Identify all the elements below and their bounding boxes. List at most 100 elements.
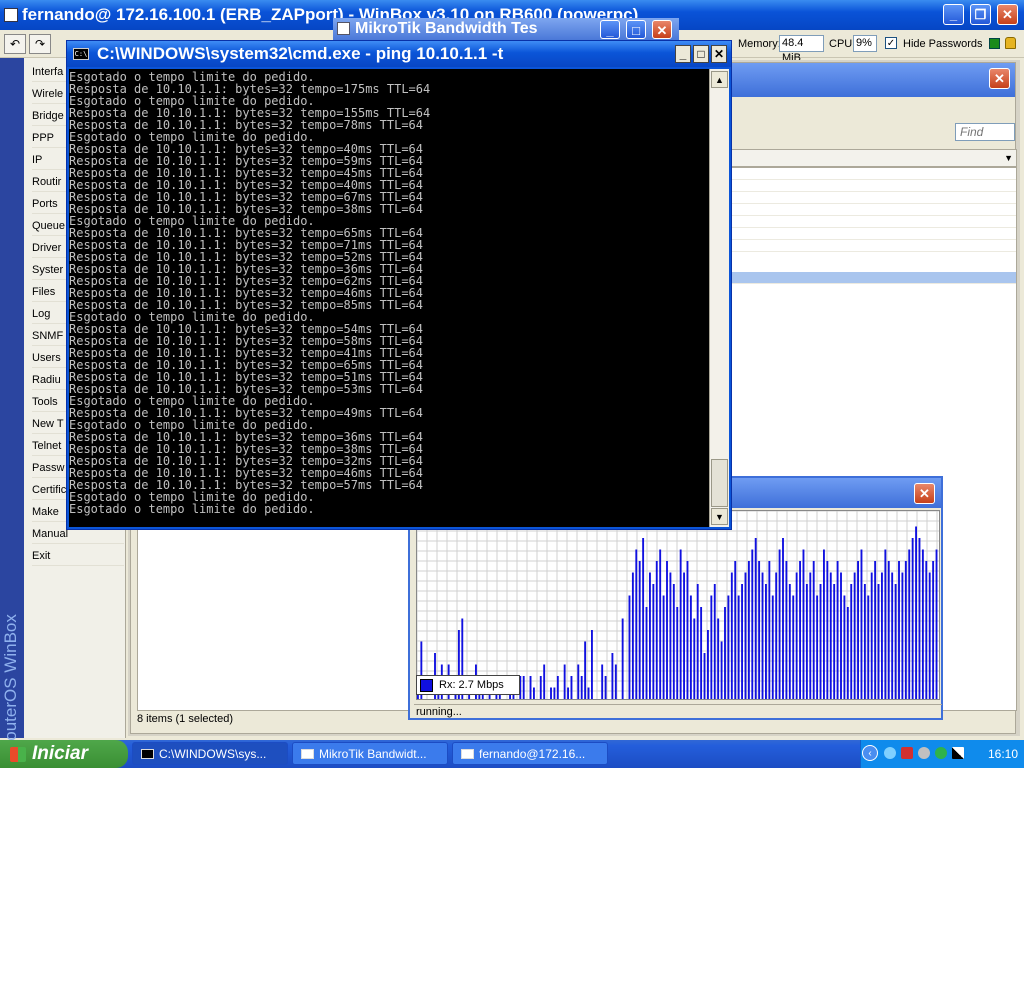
cmd-minimize-button[interactable]: _ [675,45,691,63]
cmd-close-button[interactable]: ✕ [711,45,727,63]
routeros-brand: RouterOS WinBox [1,614,20,753]
cmd-title-bar[interactable]: C:\WINDOWS\system32\cmd.exe - ping 10.10… [67,41,731,67]
rx-bar [891,572,894,699]
rx-bar [881,572,883,699]
rx-bar [758,561,761,699]
console-line: Esgotado o tempo limite do pedido. [69,502,315,516]
taskbar-item-label: C:\WINDOWS\sys... [159,747,267,761]
rx-legend-swatch [420,679,433,692]
rx-bar [754,538,757,699]
rx-bar [884,549,887,699]
rx-bar [614,664,617,699]
rx-bar [792,595,795,699]
maximize-icon: □ [697,47,705,61]
console-output[interactable]: Esgotado o tempo limite do pedido. Respos… [69,69,709,527]
rx-bar [730,572,733,699]
taskbar-item-cmd[interactable]: C:\WINDOWS\sys... [132,742,288,765]
rx-bar [689,595,692,699]
rx-bar [788,584,791,699]
rx-bar [771,595,774,699]
rx-bar [898,561,900,699]
tray-expand-button[interactable]: ‹ [862,745,878,761]
security-alert-icon[interactable] [901,747,913,759]
taskbar-item-label: fernando@172.16... [479,747,586,761]
rx-bar [631,572,634,699]
rx-bar [846,607,849,699]
memory-label: Memory: [738,38,781,50]
rx-bar [659,549,662,699]
rx-bar [850,584,853,699]
rx-bar [676,607,679,699]
taskbar-item-winbox[interactable]: fernando@172.16... [452,742,608,765]
rx-bar [727,595,730,699]
maximize-button[interactable]: ❐ [970,4,991,25]
rx-bar [819,584,822,699]
tray-app-icon[interactable] [952,747,964,759]
scroll-thumb[interactable] [711,459,728,507]
close-button[interactable]: ✕ [997,4,1018,25]
close-icon: ✕ [713,47,725,61]
rx-bar [543,664,546,699]
rx-bar [823,549,825,699]
list-status: 8 items (1 selected) [137,713,233,725]
chevron-down-icon[interactable]: ▼ [1004,153,1013,163]
rx-bar [761,572,764,699]
cmd-maximize-button[interactable]: □ [693,45,709,63]
rx-bar [799,561,801,699]
rx-bar [734,561,737,699]
bandwidth-minimize-button[interactable]: _ [600,20,620,39]
rx-bar [928,572,931,699]
rx-bar [775,572,778,699]
volume-icon[interactable] [918,747,930,759]
list-window-close-button[interactable]: ✕ [989,68,1010,89]
rx-bar [894,584,897,699]
scroll-down-button[interactable]: ▼ [711,508,728,525]
bandwidth-top-close-button[interactable]: ✕ [652,20,672,39]
console-icon [141,749,154,759]
rx-bar [522,676,525,699]
rx-bar [570,676,573,699]
lock-icon [1005,37,1016,49]
rx-bar [556,676,559,699]
rx-bar [550,687,552,699]
connection-icon[interactable] [935,747,947,759]
rx-legend-label: Rx: 2.7 Mbps [439,679,504,691]
bandwidth-maximize-button[interactable]: □ [626,20,646,39]
rx-bar [628,595,631,699]
rx-bar [693,618,696,699]
scroll-up-button[interactable]: ▲ [711,71,728,88]
close-icon: ✕ [1002,7,1013,22]
rx-bar [795,572,798,699]
rx-bar [683,572,685,699]
rx-bar [911,538,914,699]
rx-bar [700,607,703,699]
minimize-button[interactable]: _ [943,4,964,25]
cmd-scrollbar[interactable]: ▲ ▼ [709,69,729,527]
arrow-down-icon: ▼ [715,512,724,522]
network-icon[interactable] [884,747,896,759]
cmd-title: C:\WINDOWS\system32\cmd.exe - ping 10.10… [97,44,504,63]
rx-bar [638,561,641,699]
rx-bar [765,584,767,699]
rx-bar [601,664,604,699]
rx-bar [703,653,706,699]
winbox-app-icon [461,749,474,759]
rx-bar [778,549,781,699]
bandwidth-chart [416,510,939,699]
rx-bar [666,561,668,699]
rx-bar [649,572,651,699]
rx-bar [833,584,836,699]
undo-button[interactable]: ↶ [4,34,26,54]
rx-bar [782,538,784,699]
redo-button[interactable]: ↷ [29,34,51,54]
rx-bar [587,687,590,699]
rx-bar [887,561,890,699]
hide-passwords-checkbox[interactable]: ✓ [885,37,897,49]
rx-bar [679,549,682,699]
taskbar-item-bandwidth[interactable]: MikroTik Bandwidt... [292,742,448,765]
sidebar-item[interactable]: Exit [32,546,124,566]
rx-bar [580,676,583,699]
find-input[interactable] [955,123,1015,141]
rx-bar [915,526,917,699]
bandwidth-close-button[interactable]: ✕ [914,483,935,504]
